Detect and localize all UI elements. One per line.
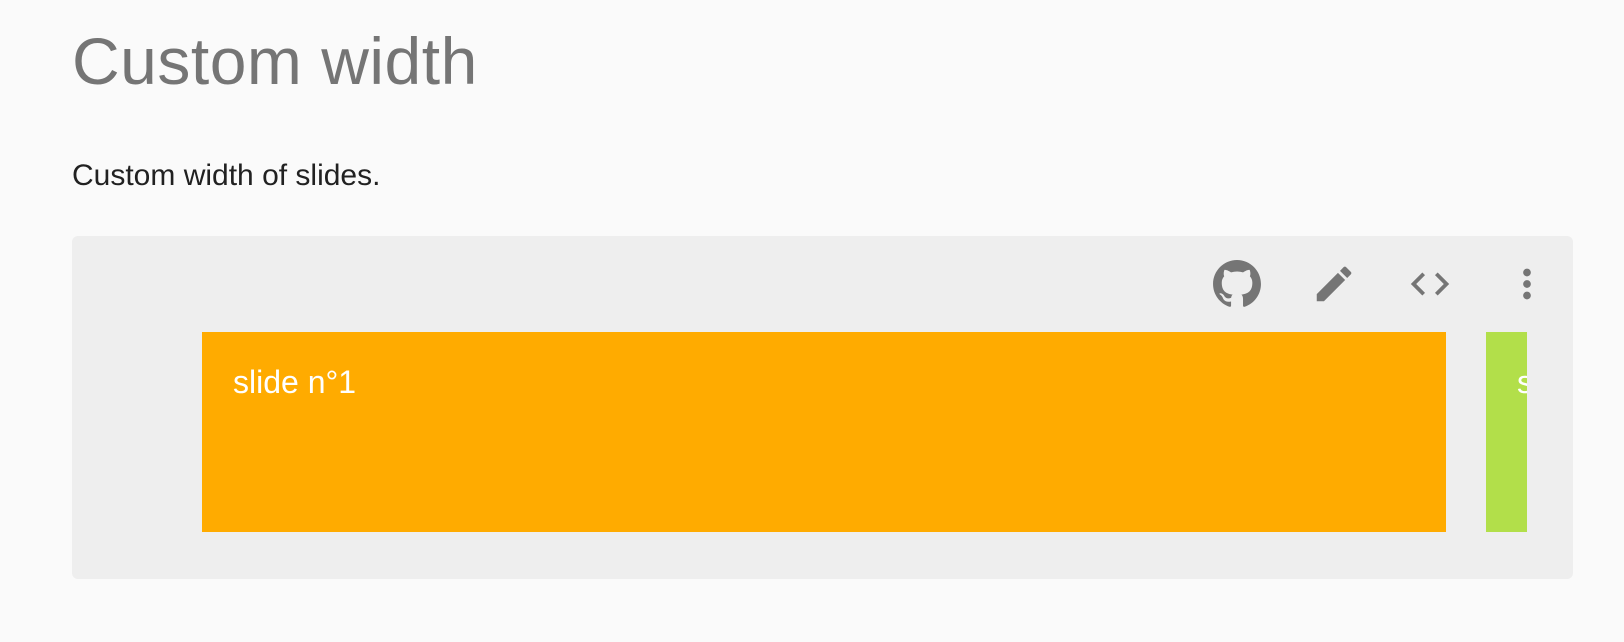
demo-toolbar: [1173, 236, 1573, 330]
page-description: Custom width of slides.: [72, 159, 381, 192]
slide[interactable]: slide n°1: [202, 332, 1446, 532]
more-vertical-icon: [1504, 261, 1550, 307]
page-title: Custom width: [72, 24, 478, 98]
code-icon: [1407, 261, 1453, 307]
edit-button[interactable]: [1308, 258, 1360, 310]
demo-container: slide n°1 slide n°2: [72, 236, 1573, 579]
show-source-button[interactable]: [1404, 258, 1456, 310]
more-options-button[interactable]: [1501, 258, 1553, 310]
view-source-github-button[interactable]: [1211, 258, 1263, 310]
slide-label: slide n°1: [233, 364, 357, 400]
slide-label: slide n°2: [1517, 364, 1527, 400]
slides-carousel[interactable]: slide n°1 slide n°2: [72, 332, 1527, 532]
github-icon: [1212, 259, 1262, 309]
pencil-icon: [1311, 261, 1357, 307]
slide[interactable]: slide n°2: [1486, 332, 1527, 532]
